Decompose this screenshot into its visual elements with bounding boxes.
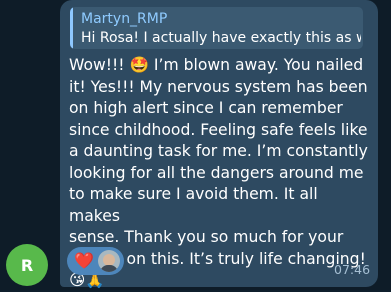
reactor-avatar	[98, 250, 120, 272]
reaction-pill[interactable]: ❤️	[67, 247, 124, 275]
avatar-initial: R	[20, 255, 34, 275]
reply-accent-bar	[70, 7, 73, 49]
sender-avatar[interactable]: R	[6, 244, 48, 286]
reply-preview-text: Hi Rosa! I actually have exactly this as…	[81, 30, 361, 46]
message-timestamp: 07:46	[334, 262, 371, 277]
reply-author: Martyn_RMP	[81, 11, 168, 27]
heart-icon: ❤️	[74, 251, 94, 270]
message-bubble[interactable]: Martyn_RMP Hi Rosa! I actually have exac…	[60, 0, 378, 289]
reply-quote[interactable]: Martyn_RMP Hi Rosa! I actually have exac…	[70, 7, 363, 49]
